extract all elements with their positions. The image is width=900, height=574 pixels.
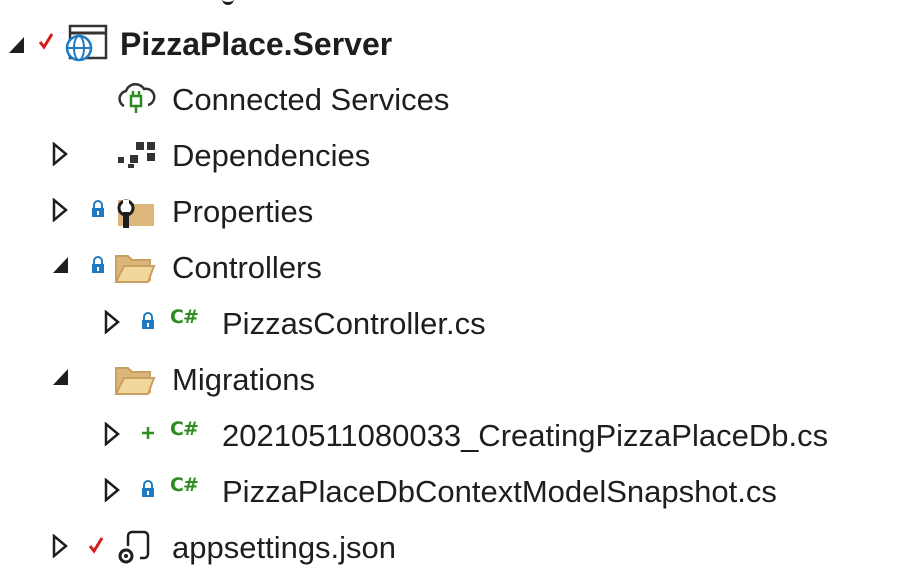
tree-item-appsettings-json[interactable]: appsettings.json xyxy=(0,522,900,574)
lock-icon xyxy=(90,256,106,279)
tree-item-label: PizzasController.cs xyxy=(222,306,486,341)
tree-item-label: Connected Services xyxy=(172,82,450,117)
properties-folder-icon xyxy=(112,192,156,235)
tree-item-label: Migrations xyxy=(172,362,315,397)
collapsed-arrow-icon[interactable] xyxy=(52,198,68,222)
tree-item-migration-creatingpizzaplacedb[interactable]: C# 20210511080033_CreatingPizzaPlaceDb.c… xyxy=(0,410,900,462)
collapsed-arrow-icon[interactable] xyxy=(104,422,120,446)
clipped-text-fragment xyxy=(222,0,234,5)
tree-item-pizzascontroller-cs[interactable]: C# PizzasController.cs xyxy=(0,298,900,350)
tree-item-migrations[interactable]: Migrations xyxy=(0,354,900,406)
tree-item-label: Properties xyxy=(172,194,314,229)
collapsed-arrow-icon[interactable] xyxy=(104,310,120,334)
expanded-arrow-icon[interactable] xyxy=(52,256,70,274)
web-project-icon xyxy=(64,24,108,67)
collapsed-arrow-icon[interactable] xyxy=(52,142,68,166)
csharp-file-icon: C# xyxy=(170,418,199,440)
tree-item-pizzaplace-server[interactable]: PizzaPlace.Server xyxy=(0,18,900,70)
tree-item-label: PizzaPlaceDbContextModelSnapshot.cs xyxy=(222,474,777,509)
added-plus-icon xyxy=(140,424,156,447)
tree-item-label: Dependencies xyxy=(172,138,371,173)
checkmark-icon xyxy=(88,536,104,559)
expanded-arrow-icon[interactable] xyxy=(8,36,26,54)
tree-item-label: PizzaPlace.Server xyxy=(120,26,393,62)
csharp-file-icon: C# xyxy=(170,474,199,496)
json-file-icon xyxy=(116,528,156,571)
tree-item-label: Controllers xyxy=(172,250,322,285)
tree-item-connected-services[interactable]: Connected Services xyxy=(0,74,900,126)
lock-icon xyxy=(140,312,156,335)
folder-open-icon xyxy=(114,250,156,289)
tree-item-label: appsettings.json xyxy=(172,530,397,565)
collapsed-arrow-icon[interactable] xyxy=(52,534,68,558)
expanded-arrow-icon[interactable] xyxy=(52,368,70,386)
lock-icon xyxy=(90,200,106,223)
tree-item-properties[interactable]: Properties xyxy=(0,186,900,238)
tree-item-dependencies[interactable]: Dependencies xyxy=(0,130,900,182)
tree-item-label: 20210511080033_CreatingPizzaPlaceDb.cs xyxy=(222,418,829,453)
lock-icon xyxy=(140,480,156,503)
tree-item-modelsnapshot-cs[interactable]: C# PizzaPlaceDbContextModelSnapshot.cs xyxy=(0,466,900,518)
connected-services-icon xyxy=(114,82,158,123)
dependencies-icon xyxy=(114,140,158,175)
checkmark-icon xyxy=(38,32,54,55)
folder-open-icon xyxy=(114,362,156,401)
tree-item-controllers[interactable]: Controllers xyxy=(0,242,900,294)
collapsed-arrow-icon[interactable] xyxy=(104,478,120,502)
csharp-file-icon: C# xyxy=(170,306,199,328)
